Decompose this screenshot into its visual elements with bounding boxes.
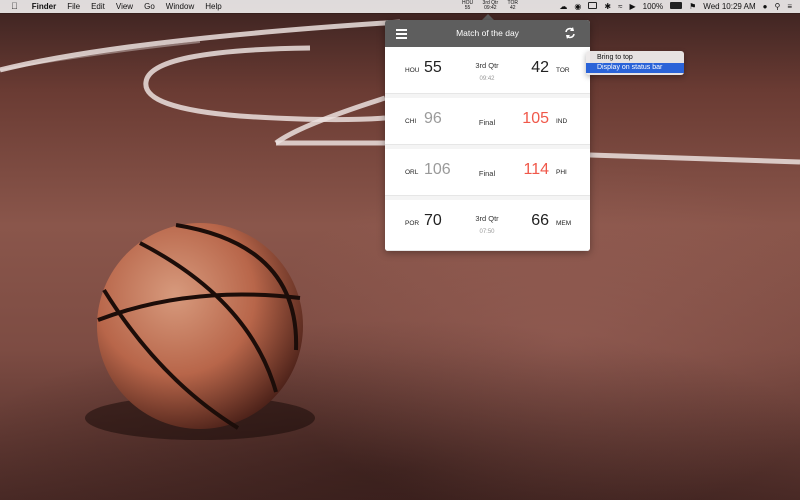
- game-status: 3rd Qtr: [475, 61, 499, 70]
- away-team: TOR: [556, 67, 570, 74]
- game-row[interactable]: ORL 106 Final 114 PHI: [385, 149, 590, 196]
- menu-window[interactable]: Window: [166, 0, 194, 13]
- bluetooth-icon[interactable]: ✱: [604, 0, 611, 13]
- refresh-icon[interactable]: [563, 26, 577, 40]
- game-row[interactable]: HOU 55 3rd Qtr 09:42 42 TOR: [385, 47, 590, 94]
- away-team: MEM: [556, 220, 572, 227]
- search-icon[interactable]: ⚲: [774, 0, 780, 13]
- popover-header: Match of the day: [385, 20, 590, 47]
- cloud-icon[interactable]: ☁: [559, 0, 567, 13]
- game-status: Final: [478, 118, 496, 127]
- home-team: ORL: [405, 169, 419, 176]
- menu-go[interactable]: Go: [144, 0, 155, 13]
- status-away-score: 42: [509, 5, 516, 11]
- volume-icon[interactable]: ▶: [630, 0, 636, 13]
- context-menu: Bring to top Display on status bar: [586, 51, 684, 75]
- screen-icon[interactable]: [588, 0, 598, 13]
- menu-help[interactable]: Help: [205, 0, 221, 13]
- home-team: HOU: [405, 67, 420, 74]
- menu-view[interactable]: View: [116, 0, 133, 13]
- home-team: CHI: [405, 118, 417, 125]
- away-team: PHI: [556, 169, 567, 176]
- game-clock: 07:50: [479, 229, 495, 235]
- game-clock: 09:42: [479, 76, 495, 82]
- chat-icon[interactable]: ◉: [574, 0, 581, 13]
- match-popover: Match of the day HOU 55 3rd Qtr 09:42 42 TOR C…: [385, 20, 590, 251]
- menu-bar:  Finder File Edit View Go Window Help H…: [0, 0, 800, 13]
- battery-percent[interactable]: 100%: [643, 0, 663, 13]
- home-team: POR: [405, 220, 420, 227]
- score-status-item[interactable]: HOU 55 3rd Qtr 09:42 TOR 42: [462, 0, 518, 13]
- game-status: Final: [478, 169, 496, 178]
- away-score: 66: [531, 212, 549, 229]
- apple-icon[interactable]: : [11, 0, 18, 13]
- game-row[interactable]: CHI 96 Final 105 IND: [385, 98, 590, 145]
- flag-icon[interactable]: ⚑: [689, 0, 696, 13]
- away-score: 42: [531, 59, 549, 76]
- menu-finder[interactable]: Finder: [32, 0, 56, 13]
- list-icon[interactable]: ≡: [787, 0, 792, 13]
- game-row[interactable]: POR 70 3rd Qtr 07:50 66 MEM: [385, 200, 590, 251]
- status-home-score: 55: [464, 5, 471, 11]
- menu-edit[interactable]: Edit: [91, 0, 105, 13]
- popover-title: Match of the day: [456, 28, 519, 38]
- away-score: 105: [522, 110, 549, 127]
- user-icon[interactable]: ●: [763, 0, 768, 13]
- away-score: 114: [523, 161, 549, 178]
- menu-item-display-on-status-bar[interactable]: Display on status bar: [586, 63, 684, 73]
- wifi-icon[interactable]: ≈: [618, 0, 622, 13]
- battery-icon[interactable]: [670, 0, 683, 13]
- menu-file[interactable]: File: [67, 0, 80, 13]
- menu-item-bring-to-top[interactable]: Bring to top: [586, 53, 684, 63]
- menubar-datetime[interactable]: Wed 10:29 AM: [703, 0, 755, 13]
- away-team: IND: [556, 118, 568, 125]
- game-status: 3rd Qtr: [475, 214, 499, 223]
- status-clock: 09:42: [484, 5, 497, 11]
